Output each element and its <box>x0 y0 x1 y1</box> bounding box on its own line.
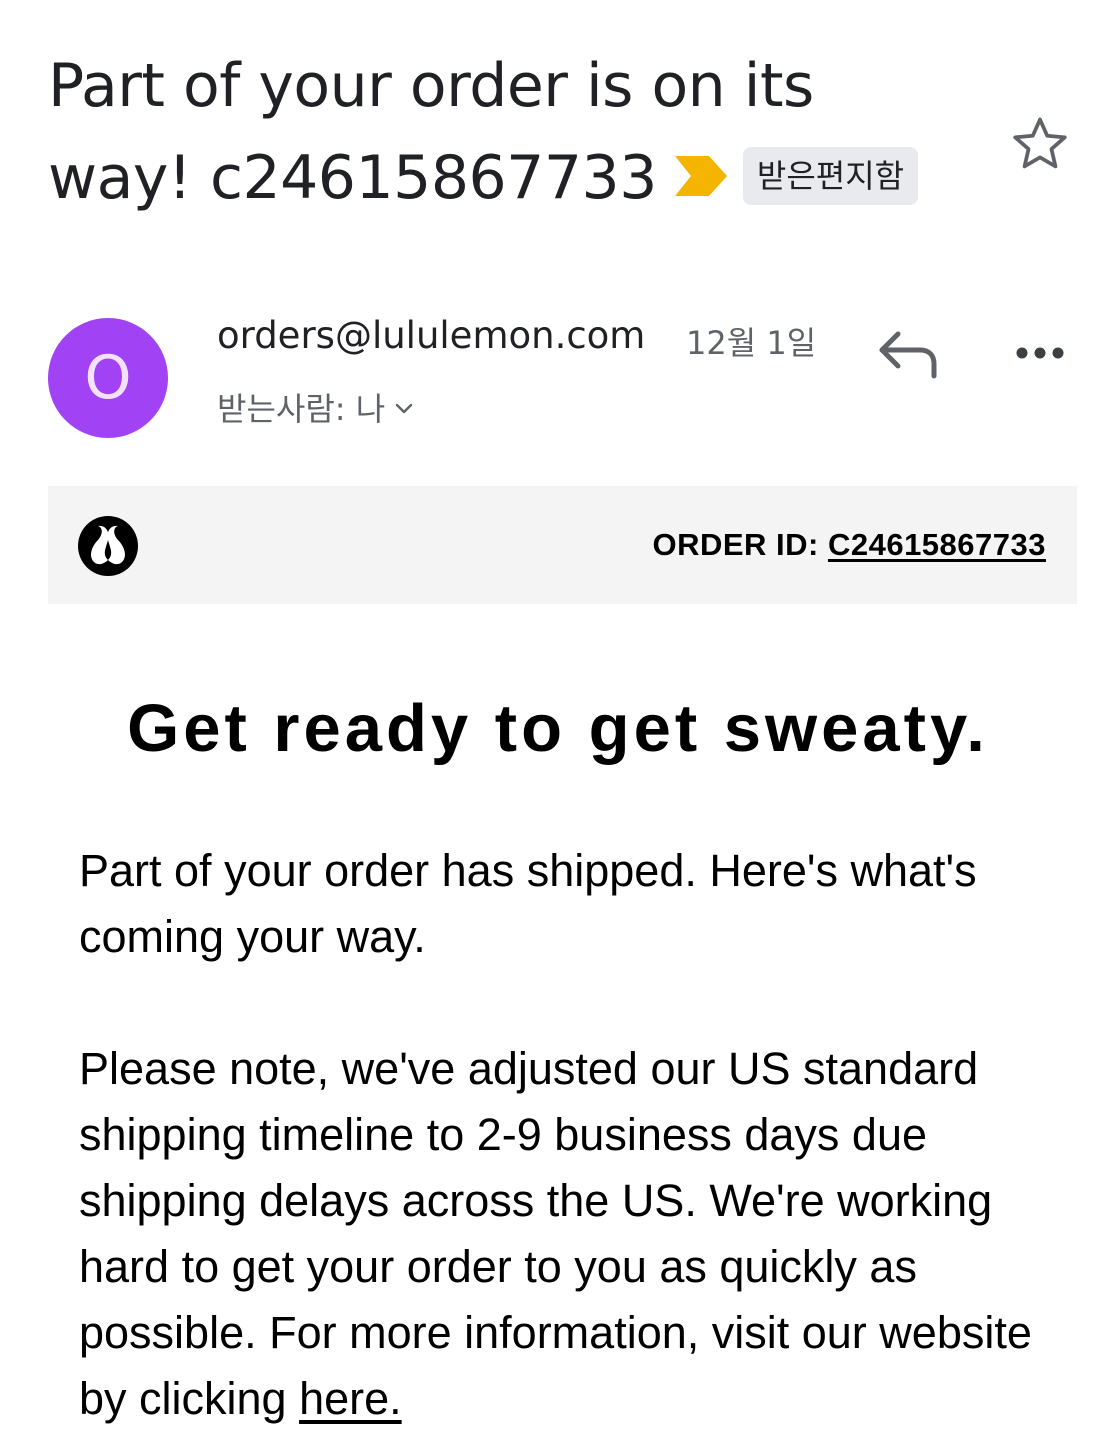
reply-icon[interactable] <box>876 326 942 382</box>
chevron-down-icon[interactable] <box>393 390 415 428</box>
email-subject-area: Part of your order is on its way! c24615… <box>48 40 948 224</box>
order-id-label: ORDER ID: <box>652 527 828 562</box>
email-date: 12월 1일 <box>686 324 817 362</box>
email-subject: Part of your order is on its way! c24615… <box>48 40 948 224</box>
sender-address[interactable]: orders@lululemon.com <box>217 314 645 357</box>
star-icon[interactable] <box>1008 112 1072 176</box>
recipient-text: 받는사람: 나 <box>217 390 386 428</box>
inbox-label-chip[interactable]: 받은편지함 <box>742 147 919 206</box>
sender-avatar[interactable]: O <box>48 318 168 438</box>
more-icon[interactable] <box>1010 336 1070 370</box>
recipient-details-toggle[interactable]: 받는사람: 나 <box>217 384 415 430</box>
body-paragraph-shipping-note: Please note, we've adjusted our US stand… <box>79 1036 1069 1432</box>
shipping-note-text: Please note, we've adjusted our US stand… <box>79 1043 1032 1424</box>
body-paragraph-shipped: Part of your order has shipped. Here's w… <box>79 845 977 962</box>
order-id-link[interactable]: C24615867733 <box>828 527 1046 562</box>
email-headline: Get ready to get sweaty. <box>127 691 989 766</box>
order-id: ORDER ID: C24615867733 <box>652 527 1046 563</box>
order-header-bar: ORDER ID: C24615867733 <box>48 486 1077 604</box>
here-link[interactable]: here. <box>299 1373 402 1424</box>
lululemon-logo-icon[interactable] <box>78 516 138 576</box>
importance-marker-icon[interactable] <box>674 130 727 222</box>
